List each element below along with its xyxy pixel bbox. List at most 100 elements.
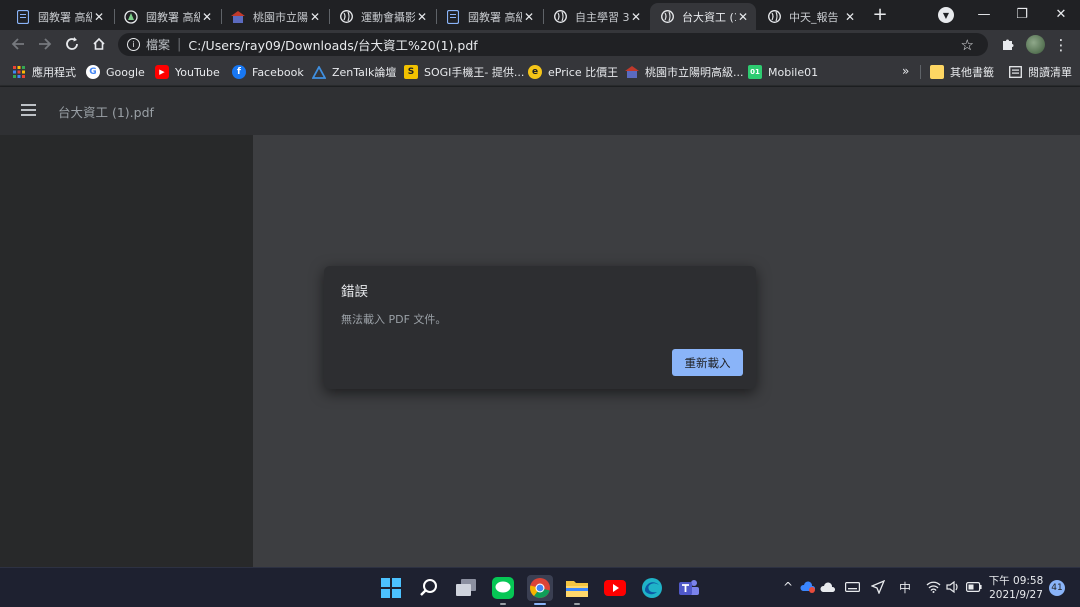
search-icon[interactable] xyxy=(416,575,442,601)
bookmark-school[interactable]: 桃園市立陽明高級... xyxy=(625,64,744,80)
bookmark-label: SOGI手機王- 提供... xyxy=(424,66,525,79)
chrome-app-icon[interactable] xyxy=(527,575,553,605)
bookmark-zentalk[interactable]: ZenTalk論壇 xyxy=(312,64,396,80)
onedrive-cloud-icon[interactable] xyxy=(820,579,836,595)
tab-close-icon[interactable]: ✕ xyxy=(415,10,429,24)
tab-close-icon[interactable]: ✕ xyxy=(843,10,857,24)
pdf-sidebar xyxy=(0,135,253,567)
bookmark-label: Google xyxy=(106,65,145,79)
tab-title: 台大資工 (1 xyxy=(682,10,736,24)
scheme-divider: | xyxy=(177,37,182,52)
tab-8[interactable]: 中天_報告 ✕ xyxy=(757,3,863,30)
close-window-button[interactable]: ✕ xyxy=(1049,4,1073,24)
keyboard-icon[interactable] xyxy=(844,579,860,595)
google-icon: G xyxy=(86,65,100,79)
minimize-button[interactable]: — xyxy=(972,4,996,24)
address-bar[interactable]: i 檔案 | C:/Users/ray09/Downloads/台大資工%20(… xyxy=(118,33,988,56)
document-icon xyxy=(16,9,30,24)
clock-date: 2021/9/27 xyxy=(989,589,1043,601)
windows-start-icon[interactable] xyxy=(378,575,404,601)
zentalk-icon xyxy=(312,65,326,79)
battery-icon[interactable] xyxy=(965,579,983,595)
pdf-toolbar: 台大資工 (1).pdf xyxy=(0,87,1080,135)
tab-7-active[interactable]: 台大資工 (1 ✕ xyxy=(650,3,756,30)
bookmark-eprice[interactable]: e ePrice 比價王 xyxy=(528,64,618,80)
onedrive-error-icon[interactable] xyxy=(800,579,816,595)
file-explorer-icon[interactable] xyxy=(564,575,590,605)
home-button[interactable] xyxy=(89,34,109,54)
forward-button[interactable] xyxy=(35,34,55,54)
bookmark-label: YouTube xyxy=(175,65,220,79)
tab-search-icon[interactable]: ▼ xyxy=(938,7,954,23)
tab-title: 運動會攝影 xyxy=(361,10,415,24)
bookmark-google[interactable]: G Google xyxy=(86,64,145,80)
bookmark-label: Facebook xyxy=(252,65,304,79)
bookmark-label: ePrice 比價王 xyxy=(548,66,619,79)
folder-icon xyxy=(930,65,944,79)
bookmark-label: ZenTalk論壇 xyxy=(332,66,397,79)
back-button[interactable] xyxy=(8,34,28,54)
bookmark-facebook[interactable]: f Facebook xyxy=(232,64,304,80)
info-icon[interactable]: i xyxy=(127,38,140,51)
tab-title: 桃園市立陽 xyxy=(253,10,308,24)
tab-close-icon[interactable]: ✕ xyxy=(200,10,214,24)
bookmark-label: 應用程式 xyxy=(32,66,76,79)
extensions-puzzle-icon[interactable] xyxy=(1000,36,1016,52)
url-text[interactable]: C:/Users/ray09/Downloads/台大資工%20(1).pdf xyxy=(188,35,477,54)
tab-3[interactable]: 桃園市立陽 ✕ xyxy=(221,3,328,30)
reading-list-button[interactable]: 閱讀清單 xyxy=(1008,64,1072,80)
bookmark-label: Mobile01 xyxy=(768,65,819,79)
tab-close-icon[interactable]: ✕ xyxy=(522,10,536,24)
youtube-app-icon[interactable] xyxy=(602,575,628,601)
chevron-up-icon[interactable]: ^ xyxy=(781,579,795,595)
menu-hamburger-icon[interactable] xyxy=(21,104,36,116)
arrow-right-icon xyxy=(39,38,52,50)
bookmark-mobile01[interactable]: 01 Mobile01 xyxy=(748,64,818,80)
profile-avatar[interactable] xyxy=(1026,35,1045,54)
wifi-icon[interactable] xyxy=(925,579,941,595)
tab-6[interactable]: 自主學習 3 ✕ xyxy=(543,3,649,30)
tab-1[interactable]: 國教署 高級 ✕ xyxy=(6,3,112,30)
notification-badge[interactable]: 41 xyxy=(1049,580,1065,596)
reload-icon xyxy=(66,37,78,50)
task-view-icon[interactable] xyxy=(453,575,479,601)
tab-5[interactable]: 國教署 高級 ✕ xyxy=(436,3,542,30)
tab-title: 國教署 高級 xyxy=(146,10,200,24)
tab-2[interactable]: 國教署 高級 ✕ xyxy=(114,3,220,30)
reload-pdf-button[interactable]: 重新載入 xyxy=(672,349,743,376)
bookmark-sogi[interactable]: S SOGI手機王- 提供... xyxy=(404,64,524,80)
clock-time: 下午 09:58 xyxy=(988,575,1044,587)
speaker-icon[interactable] xyxy=(945,579,961,595)
tab-strip: 國教署 高級 ✕ 國教署 高級 ✕ 桃園市立陽 ✕ 運動會攝影 ✕ 國教署 高級… xyxy=(0,0,1080,30)
running-indicator xyxy=(500,603,506,605)
new-tab-button[interactable]: + xyxy=(870,5,890,25)
bookmarks-overflow-button[interactable]: » xyxy=(902,64,909,78)
bookmark-youtube[interactable]: ▶ YouTube xyxy=(155,64,220,80)
document-icon xyxy=(446,9,460,24)
youtube-icon: ▶ xyxy=(155,65,169,79)
home-icon xyxy=(93,37,105,50)
reload-button[interactable] xyxy=(62,34,82,54)
tab-4[interactable]: 運動會攝影 ✕ xyxy=(329,3,435,30)
bookmark-apps[interactable]: 應用程式 xyxy=(12,64,76,80)
facebook-icon: f xyxy=(232,65,246,79)
restore-button[interactable]: ❐ xyxy=(1010,4,1034,24)
pdf-title: 台大資工 (1).pdf xyxy=(58,105,154,120)
bookmark-star-icon[interactable]: ☆ xyxy=(961,36,974,54)
edge-browser-icon[interactable] xyxy=(639,575,665,601)
globe-icon xyxy=(767,10,781,24)
dialog-title: 錯誤 xyxy=(341,284,368,300)
ime-indicator[interactable]: 中 xyxy=(897,579,913,595)
tab-close-icon[interactable]: ✕ xyxy=(92,10,106,24)
teams-icon[interactable] xyxy=(676,575,702,601)
menu-kebab-icon[interactable]: ⋮ xyxy=(1053,35,1069,54)
tab-close-icon[interactable]: ✕ xyxy=(629,10,643,24)
tab-close-icon[interactable]: ✕ xyxy=(736,10,750,24)
tab-close-icon[interactable]: ✕ xyxy=(308,10,322,24)
screen: 國教署 高級 ✕ 國教署 高級 ✕ 桃園市立陽 ✕ 運動會攝影 ✕ 國教署 高級… xyxy=(0,0,1080,607)
line-app-icon[interactable] xyxy=(490,575,516,605)
dialog-message: 無法載入 PDF 文件。 xyxy=(341,313,447,326)
location-arrow-icon[interactable] xyxy=(870,579,886,595)
clock[interactable]: 下午 09:58 2021/9/27 xyxy=(985,574,1047,602)
other-bookmarks-folder[interactable]: 其他書籤 xyxy=(930,64,994,80)
